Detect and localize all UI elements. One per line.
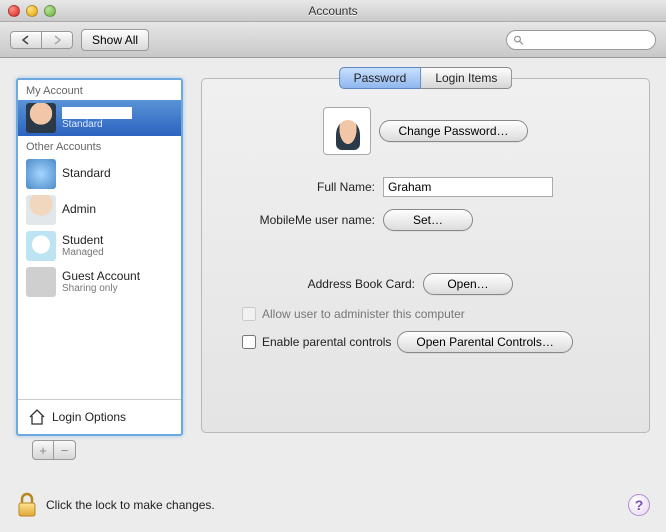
avatar bbox=[26, 159, 56, 189]
account-name: Standard bbox=[62, 167, 111, 180]
avatar bbox=[26, 231, 56, 261]
account-role: Managed bbox=[62, 247, 104, 258]
mobileme-label: MobileMe user name: bbox=[220, 213, 375, 227]
account-role: Standard bbox=[62, 119, 132, 130]
back-button[interactable] bbox=[10, 31, 42, 49]
account-name: Guest Account bbox=[62, 270, 140, 283]
tab-password[interactable]: Password bbox=[339, 67, 422, 89]
help-button[interactable]: ? bbox=[628, 494, 650, 516]
add-account-button[interactable]: + bbox=[32, 440, 54, 460]
login-options-label: Login Options bbox=[52, 410, 126, 424]
sidebar-item-admin[interactable]: Admin bbox=[18, 192, 181, 228]
search-field[interactable] bbox=[506, 30, 656, 50]
account-name: Student bbox=[62, 234, 104, 247]
account-role: Sharing only bbox=[62, 283, 140, 294]
change-password-button[interactable]: Change Password… bbox=[379, 120, 527, 142]
avatar bbox=[26, 103, 56, 133]
toolbar: Show All bbox=[0, 22, 666, 58]
sidebar-item-standard[interactable]: Standard bbox=[18, 156, 181, 192]
account-detail-pane: Password Login Items Change Password… Fu… bbox=[201, 78, 650, 433]
open-parental-controls-button[interactable]: Open Parental Controls… bbox=[397, 331, 572, 353]
sidebar-item-guest[interactable]: Guest Account Sharing only bbox=[18, 264, 181, 300]
open-address-card-button[interactable]: Open… bbox=[423, 273, 513, 295]
sidebar-item-student[interactable]: Student Managed bbox=[18, 228, 181, 264]
parental-controls-label: Enable parental controls bbox=[262, 335, 391, 349]
tab-login-items[interactable]: Login Items bbox=[421, 67, 512, 89]
lock-icon[interactable] bbox=[16, 492, 38, 518]
titlebar: Accounts bbox=[0, 0, 666, 22]
window-title: Accounts bbox=[0, 4, 666, 18]
avatar bbox=[26, 267, 56, 297]
search-input[interactable] bbox=[527, 34, 649, 46]
sidebar-item-my-account[interactable]: Standard bbox=[18, 100, 181, 136]
allow-admin-checkbox bbox=[242, 307, 256, 321]
login-options[interactable]: Login Options bbox=[18, 399, 181, 434]
nav-buttons bbox=[10, 31, 73, 49]
avatar bbox=[26, 195, 56, 225]
forward-button[interactable] bbox=[42, 31, 73, 49]
full-name-label: Full Name: bbox=[220, 180, 375, 194]
my-account-header: My Account bbox=[18, 80, 181, 100]
remove-account-button[interactable]: − bbox=[54, 440, 76, 460]
add-remove-buttons: + − bbox=[32, 440, 76, 460]
parental-controls-checkbox[interactable] bbox=[242, 335, 256, 349]
mobileme-set-button[interactable]: Set… bbox=[383, 209, 473, 231]
allow-admin-label: Allow user to administer this computer bbox=[262, 307, 465, 321]
search-icon bbox=[513, 34, 524, 46]
accounts-sidebar: My Account Standard Other Accounts Stand… bbox=[16, 78, 183, 436]
full-name-field[interactable] bbox=[383, 177, 553, 197]
user-picture[interactable] bbox=[323, 107, 371, 155]
show-all-button[interactable]: Show All bbox=[81, 29, 149, 51]
lock-text: Click the lock to make changes. bbox=[46, 498, 215, 512]
home-icon bbox=[28, 408, 46, 426]
account-name-redacted bbox=[62, 107, 132, 119]
other-accounts-header: Other Accounts bbox=[18, 136, 181, 156]
account-name: Admin bbox=[62, 203, 96, 216]
address-card-label: Address Book Card: bbox=[220, 277, 415, 291]
footer: Click the lock to make changes. ? bbox=[16, 492, 650, 518]
